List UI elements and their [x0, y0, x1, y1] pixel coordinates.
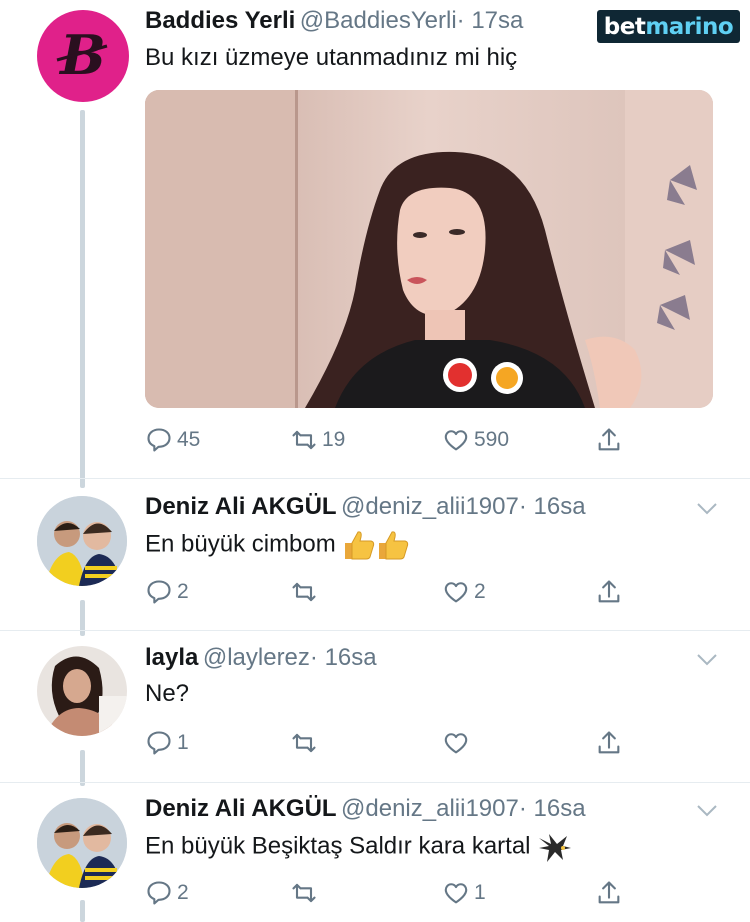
like-count: 590: [474, 428, 510, 451]
like-count: 1: [474, 881, 486, 904]
like-icon: [444, 582, 468, 603]
tweet-text: En büyük Beşiktaş Saldır kara kartal: [145, 830, 573, 864]
like-button[interactable]: 590: [442, 423, 509, 457]
retweet-icon: [292, 883, 316, 903]
retweet-button[interactable]: [290, 575, 322, 609]
retweet-button[interactable]: [290, 726, 322, 760]
tweet-actions: 1: [145, 726, 635, 760]
user-handle[interactable]: @laylerez: [203, 644, 310, 671]
reply-button[interactable]: 2: [145, 575, 189, 609]
share-icon: [598, 580, 620, 603]
display-name[interactable]: Baddies Yerli: [145, 7, 295, 34]
reply-count: 45: [177, 428, 201, 451]
like-button[interactable]: 2: [442, 575, 486, 609]
tweet-header: Deniz Ali AKGÜL @deniz_alii1907· 16sa: [145, 492, 586, 525]
reply-button[interactable]: 1: [145, 726, 189, 760]
share-icon: [598, 731, 620, 754]
user-handle[interactable]: @deniz_alii1907: [341, 795, 519, 822]
tweet-actions: 2 2: [145, 575, 635, 609]
chevron-down-icon[interactable]: [696, 502, 718, 516]
share-button[interactable]: [595, 876, 623, 910]
thread-line: [80, 750, 85, 786]
user-handle[interactable]: @deniz_alii1907: [341, 493, 519, 520]
share-icon: [598, 428, 620, 451]
display-name[interactable]: layla: [145, 644, 198, 671]
reply-button[interactable]: 45: [145, 423, 200, 457]
like-icon: [444, 733, 468, 754]
retweet-icon: [292, 430, 316, 450]
avatar[interactable]: [37, 798, 127, 888]
svg-text:B: B: [58, 23, 106, 87]
like-button[interactable]: [442, 726, 474, 760]
timestamp[interactable]: · 17sa: [457, 7, 524, 34]
retweet-icon: [292, 582, 316, 602]
chevron-down-icon[interactable]: [696, 804, 718, 818]
tweet-text: Ne?: [145, 680, 190, 707]
betmarino-watermark-logo: bet marino: [597, 10, 740, 43]
reply-icon: [147, 731, 171, 755]
tweet-actions: 45 19 590: [145, 423, 635, 457]
reply-count: 2: [177, 580, 189, 603]
avatar[interactable]: [37, 496, 127, 586]
share-icon: [598, 881, 620, 904]
reply-icon: [147, 428, 171, 452]
divider: [0, 782, 750, 783]
tweet-actions: 2 1: [145, 876, 635, 910]
tweet-text: En büyük cimbom: [145, 529, 410, 561]
timestamp[interactable]: · 16sa: [519, 493, 586, 520]
share-button[interactable]: [595, 575, 623, 609]
avatar[interactable]: B: [37, 10, 129, 102]
tweet-header: Deniz Ali AKGÜL @deniz_alii1907· 16sa: [145, 794, 586, 827]
tweet-text: Bu kızı üzmeye utanmadınız mi hiç: [145, 44, 518, 71]
thumbs-up-icon: [345, 531, 375, 560]
reply-icon: [147, 580, 171, 604]
like-count: 2: [474, 580, 486, 603]
like-icon: [444, 430, 468, 451]
thread-line: [80, 110, 85, 488]
like-button[interactable]: 1: [442, 876, 486, 910]
share-button[interactable]: [595, 423, 623, 457]
retweet-button[interactable]: [290, 876, 322, 910]
tweet-header: Baddies Yerli @BaddiesYerli· 17sa: [145, 6, 523, 39]
divider: [0, 630, 750, 631]
share-button[interactable]: [595, 726, 623, 760]
eagle-icon: [539, 834, 572, 862]
display-name[interactable]: Deniz Ali AKGÜL: [145, 493, 337, 520]
display-name[interactable]: Deniz Ali AKGÜL: [145, 795, 337, 822]
retweet-count: 19: [322, 428, 346, 451]
reply-icon: [147, 881, 171, 905]
timestamp[interactable]: · 16sa: [310, 644, 377, 671]
divider: [0, 478, 750, 479]
avatar[interactable]: [37, 646, 127, 736]
tweet-photo[interactable]: [145, 90, 713, 408]
user-handle[interactable]: @BaddiesYerli: [300, 7, 457, 34]
tweet-header: layla @laylerez· 16sa: [145, 643, 377, 676]
thumbs-up-icon: [379, 531, 409, 560]
reply-count: 2: [177, 881, 189, 904]
like-icon: [444, 883, 468, 904]
retweet-icon: [292, 733, 316, 753]
thread-line: [80, 900, 85, 922]
reply-count: 1: [177, 731, 189, 754]
retweet-button[interactable]: 19: [290, 423, 345, 457]
reply-button[interactable]: 2: [145, 876, 189, 910]
timestamp[interactable]: · 16sa: [519, 795, 586, 822]
chevron-down-icon[interactable]: [696, 653, 718, 667]
